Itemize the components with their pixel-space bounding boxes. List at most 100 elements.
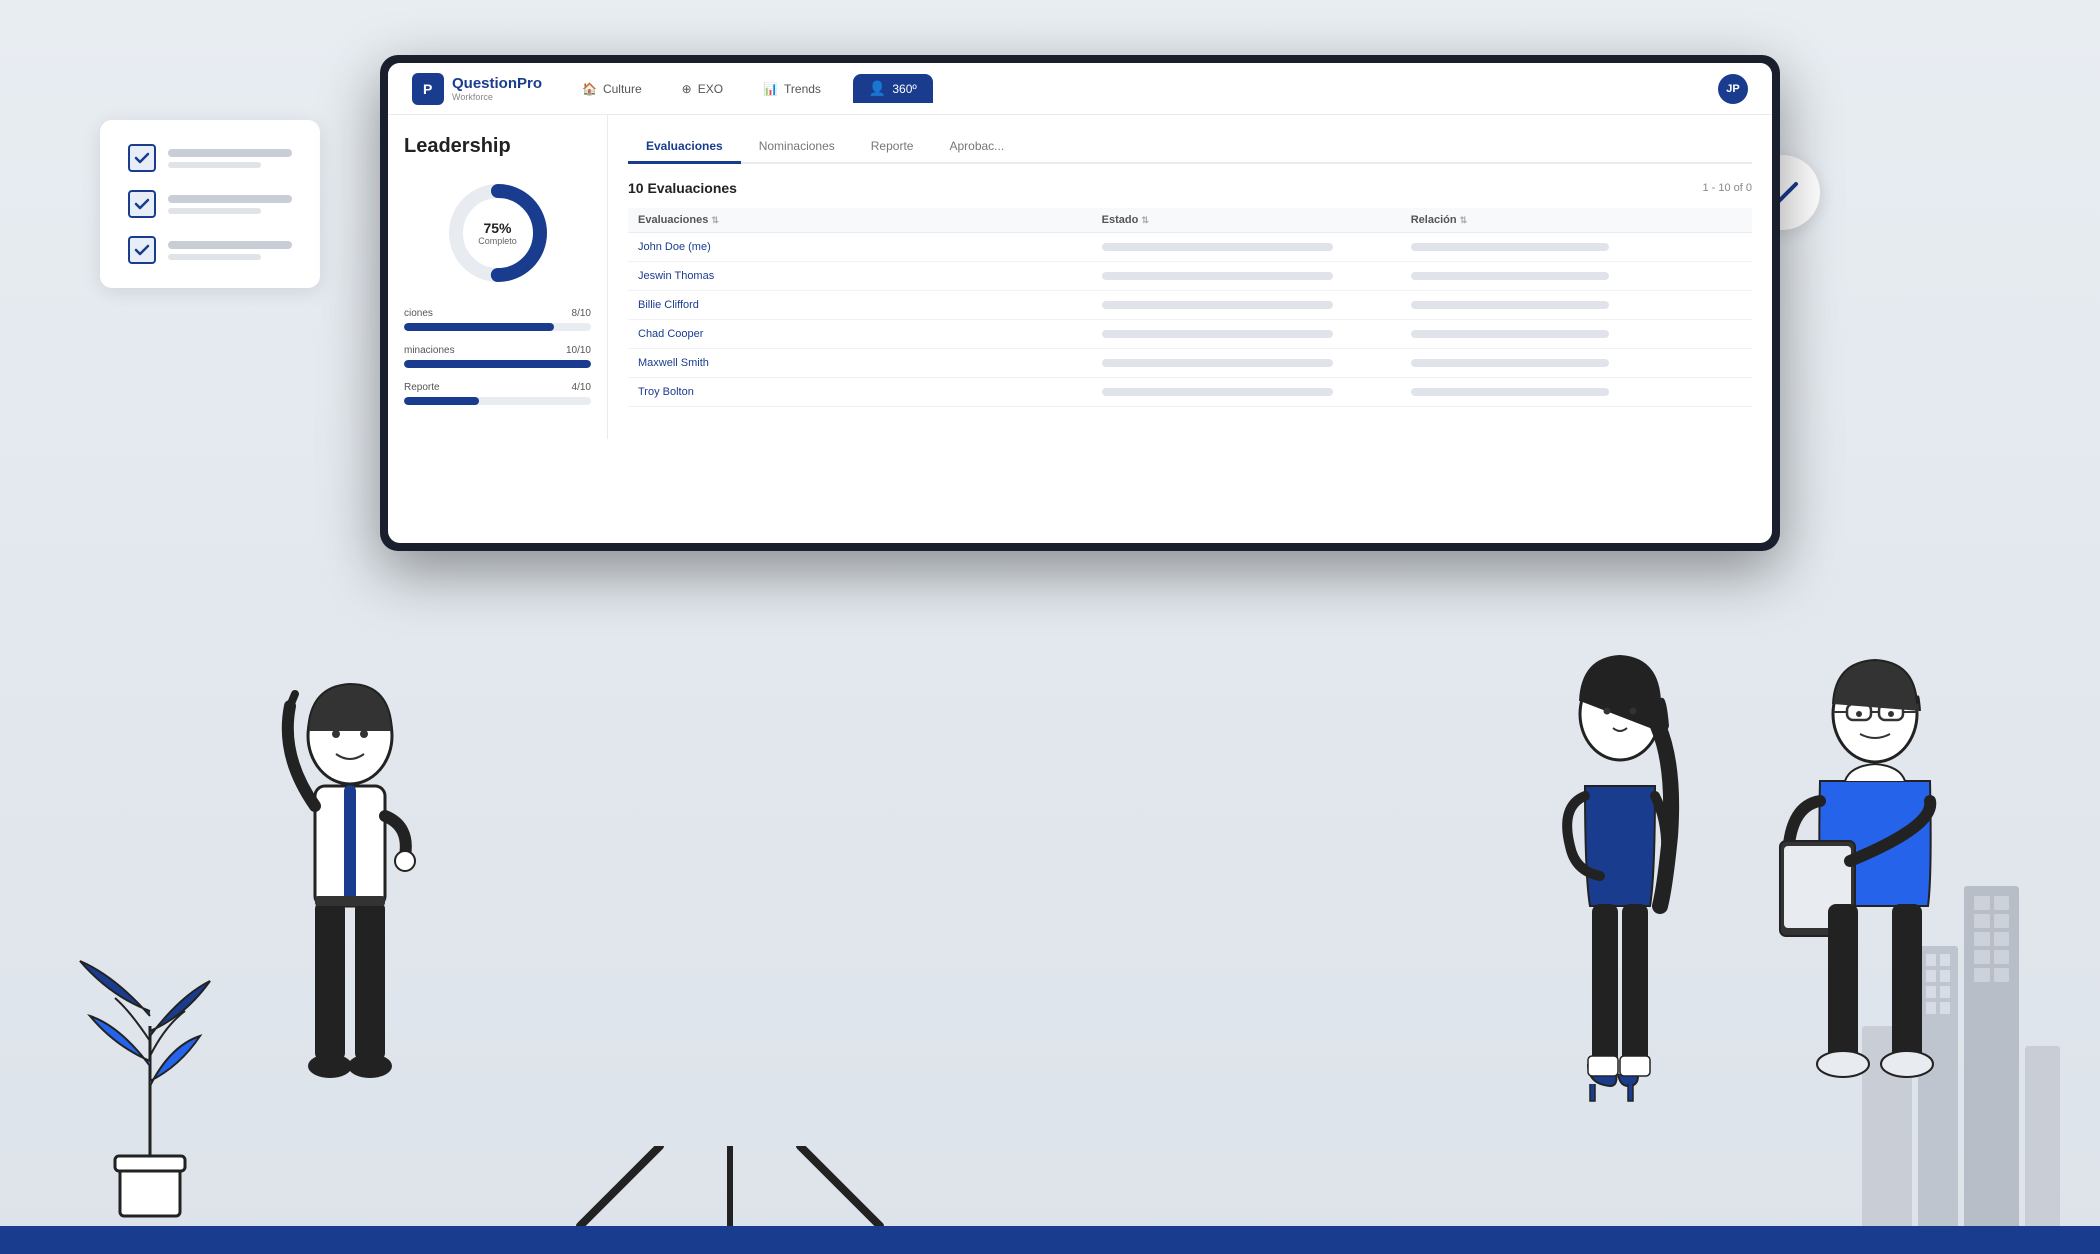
relacion-bar-5	[1411, 359, 1610, 367]
table-row: Maxwell Smith	[628, 349, 1752, 378]
nav-item-culture[interactable]: 🏠 Culture	[574, 78, 650, 100]
stat-label-2: minaciones 10/10	[404, 345, 591, 356]
bottom-bar	[0, 1226, 2100, 1254]
home-icon: 🏠	[582, 82, 597, 96]
nav-label-trends: Trends	[784, 82, 821, 96]
stat-name-2: minaciones	[404, 345, 455, 356]
stat-row-3: Reporte 4/10	[404, 382, 591, 405]
col-evaluaciones: Evaluaciones ⇅	[628, 208, 1092, 233]
row-name-1[interactable]: John Doe (me)	[638, 241, 711, 253]
monitor-wrapper: P QuestionPro Workforce 🏠 Culture ⊕	[380, 55, 1780, 551]
stat-bar-bg-2	[404, 360, 591, 368]
stat-name-1: ciones	[404, 308, 433, 319]
tab-aprobaciones[interactable]: Aprobac...	[931, 131, 1022, 164]
donut-text: Completo	[478, 236, 517, 246]
donut-chart: 75% Completo	[404, 178, 591, 288]
donut-percent: 75%	[478, 220, 517, 236]
table-header: Evaluaciones ⇅ Estado ⇅ Relación ⇅	[628, 208, 1752, 233]
table-row: Billie Clifford	[628, 291, 1752, 320]
tab-nominaciones[interactable]: Nominaciones	[741, 131, 853, 164]
logo-main-text: QuestionPro	[452, 75, 542, 92]
estado-bar-3	[1102, 301, 1333, 309]
checklist-item-1	[128, 144, 292, 172]
relacion-bar-1	[1411, 243, 1610, 251]
checklist-item-3	[128, 236, 292, 264]
checklist-item-2	[128, 190, 292, 218]
tab-evaluaciones[interactable]: Evaluaciones	[628, 131, 741, 164]
stat-bar-bg-1	[404, 323, 591, 331]
estado-bar-2	[1102, 272, 1333, 280]
estado-bar-5	[1102, 359, 1333, 367]
relacion-bar-6	[1411, 388, 1610, 396]
stat-bar-fill-1	[404, 323, 554, 331]
logo-text-area: QuestionPro Workforce	[452, 75, 542, 102]
app-body: Leadership 75% Completo	[388, 115, 1772, 439]
presenter-figure	[240, 606, 460, 1226]
table-row: Troy Bolton	[628, 378, 1752, 407]
stat-label-3: Reporte 4/10	[404, 382, 591, 393]
trends-icon: 📊	[763, 82, 778, 96]
woman-figure	[1520, 586, 1720, 1226]
row-name-3[interactable]: Billie Clifford	[638, 299, 699, 311]
stat-bar-bg-3	[404, 397, 591, 405]
table-row: Chad Cooper	[628, 320, 1752, 349]
checkbox-2	[128, 190, 156, 218]
monitor-screen: P QuestionPro Workforce 🏠 Culture ⊕	[388, 63, 1772, 543]
right-panel: Evaluaciones Nominaciones Reporte Aproba…	[608, 115, 1772, 439]
checkbox-1	[128, 144, 156, 172]
relacion-bar-2	[1411, 272, 1610, 280]
table-row: John Doe (me)	[628, 233, 1752, 262]
person-icon: 👤	[869, 80, 886, 97]
donut-label: 75% Completo	[478, 220, 517, 246]
stat-name-3: Reporte	[404, 382, 440, 393]
nav-label-360: 360º	[892, 82, 916, 96]
table-row: Jeswin Thomas	[628, 262, 1752, 291]
table-body: John Doe (me) Jeswin Thomas Billie Cliff	[628, 233, 1752, 407]
svg-text:P: P	[423, 81, 432, 97]
row-name-2[interactable]: Jeswin Thomas	[638, 270, 714, 282]
stat-bar-fill-2	[404, 360, 591, 368]
pagination-info: 1 - 10 of 0	[1702, 182, 1752, 194]
app-header: P QuestionPro Workforce 🏠 Culture ⊕	[388, 63, 1772, 115]
estado-bar-1	[1102, 243, 1333, 251]
logo-area: P QuestionPro Workforce	[412, 73, 542, 105]
row-name-6[interactable]: Troy Bolton	[638, 386, 694, 398]
estado-bar-4	[1102, 330, 1333, 338]
plant-decoration	[60, 926, 240, 1226]
nav-label-culture: Culture	[603, 82, 642, 96]
col-estado: Estado ⇅	[1092, 208, 1401, 233]
easel-stand	[380, 1146, 1080, 1226]
nav-items: 🏠 Culture ⊕ EXO 📊 Trends 👤 360º	[574, 74, 1686, 103]
nav-label-exo: EXO	[698, 82, 723, 96]
relacion-bar-3	[1411, 301, 1610, 309]
logo-sub-text: Workforce	[452, 92, 542, 102]
checkbox-3	[128, 236, 156, 264]
tabs-bar: Evaluaciones Nominaciones Reporte Aproba…	[628, 131, 1752, 164]
stat-value-2: 10/10	[566, 345, 591, 356]
monitor: P QuestionPro Workforce 🏠 Culture ⊕	[380, 55, 1780, 551]
stat-row-2: minaciones 10/10	[404, 345, 591, 368]
check-line-1	[168, 149, 292, 168]
sort-icon-1[interactable]: ⇅	[711, 215, 719, 225]
panel-title: Leadership	[404, 135, 591, 158]
stat-value-1: 8/10	[572, 308, 591, 319]
man-with-tablet-figure	[1750, 586, 2000, 1226]
row-name-5[interactable]: Maxwell Smith	[638, 357, 709, 369]
checklist-card	[100, 120, 320, 288]
row-name-4[interactable]: Chad Cooper	[638, 328, 703, 340]
tab-reporte[interactable]: Reporte	[853, 131, 932, 164]
table-header-row: 10 Evaluaciones 1 - 10 of 0	[628, 180, 1752, 196]
check-line-3	[168, 241, 292, 260]
stat-value-3: 4/10	[572, 382, 591, 393]
left-panel: Leadership 75% Completo	[388, 115, 608, 439]
stat-row-1: ciones 8/10	[404, 308, 591, 331]
nav-item-360[interactable]: 👤 360º	[853, 74, 933, 103]
evaluaciones-count: 10 Evaluaciones	[628, 180, 737, 196]
nav-item-trends[interactable]: 📊 Trends	[755, 78, 829, 100]
stat-bar-fill-3	[404, 397, 479, 405]
user-avatar[interactable]: JP	[1718, 74, 1748, 104]
sort-icon-3[interactable]: ⇅	[1460, 215, 1468, 225]
nav-item-exo[interactable]: ⊕ EXO	[674, 78, 731, 100]
sort-icon-2[interactable]: ⇅	[1141, 215, 1149, 225]
data-table: Evaluaciones ⇅ Estado ⇅ Relación ⇅	[628, 208, 1752, 407]
